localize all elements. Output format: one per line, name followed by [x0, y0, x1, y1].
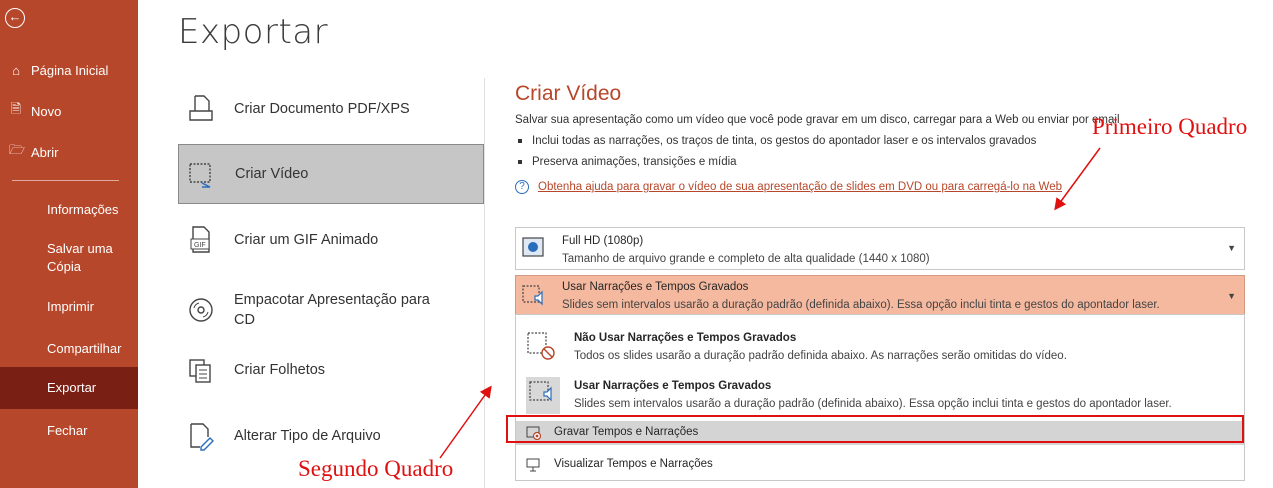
record-icon	[526, 426, 542, 445]
option-create-pdf[interactable]: Criar Documento PDF/XPS	[178, 79, 484, 139]
sidebar-item-label: Novo	[31, 103, 62, 119]
full-hd-monitor-icon	[522, 237, 548, 261]
dropdown-title: Full HD (1080p)	[562, 235, 644, 247]
option-create-handouts[interactable]: Criar Folhetos	[178, 340, 484, 400]
dropdown-title: Usar Narrações e Tempos Gravados	[562, 281, 749, 293]
sidebar-item-new[interactable]: 🗎 Novo	[0, 101, 138, 120]
new-doc-icon: 🗎	[10, 101, 22, 116]
option-label: Criar Folhetos	[234, 362, 326, 378]
menu-item-title: Usar Narrações e Tempos Gravados	[574, 380, 772, 392]
sidebar-item-open[interactable]: 🗁 Abrir	[0, 142, 138, 161]
chevron-down-icon: ▼	[1227, 291, 1236, 301]
video-audio-icon	[522, 284, 548, 308]
handouts-icon	[186, 355, 216, 385]
sidebar-item-home[interactable]: ⌂ Página Inicial	[0, 61, 138, 79]
dropdown-subtitle: Tamanho de arquivo grande e completo de …	[562, 253, 930, 265]
video-audio-icon	[526, 377, 560, 414]
bullet-text: Preserva animações, transições e mídia	[532, 156, 737, 168]
menu-item-subtitle: Slides sem intervalos usarão a duração p…	[574, 398, 1172, 410]
folder-open-icon: 🗁	[9, 142, 26, 157]
pdf-doc-icon	[186, 94, 216, 124]
menu-item-label: Visualizar Tempos e Narrações	[554, 458, 713, 470]
option-label: Empacotar Apresentação para CD	[234, 292, 430, 328]
option-create-video[interactable]: Criar Vídeo	[178, 144, 484, 204]
narration-options-menu: Não Usar Narrações e Tempos Gravados Tod…	[515, 314, 1245, 481]
annotation-segundo-quadro: Segundo Quadro	[298, 456, 454, 481]
option-label: Alterar Tipo de Arquivo	[234, 428, 381, 444]
change-file-type-icon	[186, 421, 216, 451]
menu-item-subtitle: Todos os slides usarão a duração padrão …	[574, 350, 1067, 362]
narration-dropdown[interactable]: Usar Narrações e Tempos Gravados Slides …	[515, 275, 1245, 315]
sidebar-item-info[interactable]: Informações	[0, 201, 138, 219]
arrow-primeiro	[1054, 147, 1101, 211]
help-question-icon: ?	[515, 180, 529, 194]
option-label: Criar Documento PDF/XPS	[234, 101, 410, 117]
video-quality-dropdown[interactable]: Full HD (1080p) Tamanho de arquivo grand…	[515, 227, 1245, 270]
menu-item-title: Não Usar Narrações e Tempos Gravados	[574, 332, 797, 344]
bullet-text: Inclui todas as narrações, os traços de …	[532, 135, 1037, 147]
menu-item-label: Gravar Tempos e Narrações	[554, 426, 699, 438]
page-title: Exportar	[178, 12, 329, 52]
svg-text:GIF: GIF	[194, 242, 206, 249]
menu-item-use-narrations[interactable]: Usar Narrações e Tempos Gravados Slides …	[516, 371, 1244, 414]
chevron-down-icon: ▼	[1227, 243, 1236, 253]
sidebar-divider	[12, 180, 119, 181]
preview-icon	[526, 458, 540, 477]
menu-item-record-timings[interactable]: Gravar Tempos e Narrações	[516, 421, 1244, 445]
sidebar-item-export[interactable]: Exportar	[0, 367, 138, 409]
menu-item-preview-timings[interactable]: Visualizar Tempos e Narrações	[516, 454, 1244, 478]
sidebar-item-label: Página Inicial	[31, 62, 109, 78]
bullet-item: Preserva animações, transições e mídia	[518, 156, 737, 168]
option-package-cd[interactable]: Empacotar Apresentação para CD	[178, 280, 484, 340]
sidebar-item-share[interactable]: Compartilhar	[0, 340, 138, 358]
backstage-sidebar: ← ⌂ Página Inicial 🗎 Novo 🗁 Abrir Inform…	[0, 0, 138, 488]
bullet-dot	[518, 138, 522, 143]
bullet-dot	[518, 159, 522, 164]
back-arrow-icon[interactable]: ←	[5, 8, 25, 28]
help-link[interactable]: Obtenha ajuda para gravar o vídeo de sua…	[538, 181, 1062, 193]
sidebar-item-print[interactable]: Imprimir	[0, 298, 138, 316]
video-icon	[187, 159, 217, 189]
option-label: Criar Vídeo	[235, 166, 309, 182]
panel-title: Criar Vídeo	[515, 82, 622, 105]
panel-divider	[484, 78, 485, 488]
option-label: Criar um GIF Animado	[234, 232, 379, 248]
cd-icon	[186, 295, 216, 325]
menu-item-no-narrations[interactable]: Não Usar Narrações e Tempos Gravados Tod…	[516, 323, 1244, 371]
option-create-gif[interactable]: GIF Criar um GIF Animado	[178, 210, 484, 270]
panel-description: Salvar sua apresentação como um vídeo qu…	[515, 114, 1120, 126]
annotation-primeiro-quadro: Primeiro Quadro	[1092, 114, 1248, 139]
help-link-row: ? Obtenha ajuda para gravar o vídeo de s…	[515, 180, 1062, 194]
dropdown-subtitle: Slides sem intervalos usarão a duração p…	[562, 299, 1160, 311]
sidebar-item-label: Abrir	[31, 144, 59, 160]
sidebar-item-save-copy[interactable]: Salvar uma Cópia	[0, 240, 120, 276]
sidebar-item-close[interactable]: Fechar	[0, 422, 138, 440]
gif-icon: GIF	[186, 225, 216, 255]
no-narration-icon	[526, 331, 558, 366]
home-icon: ⌂	[12, 62, 20, 78]
bullet-item: Inclui todas as narrações, os traços de …	[518, 135, 1036, 147]
